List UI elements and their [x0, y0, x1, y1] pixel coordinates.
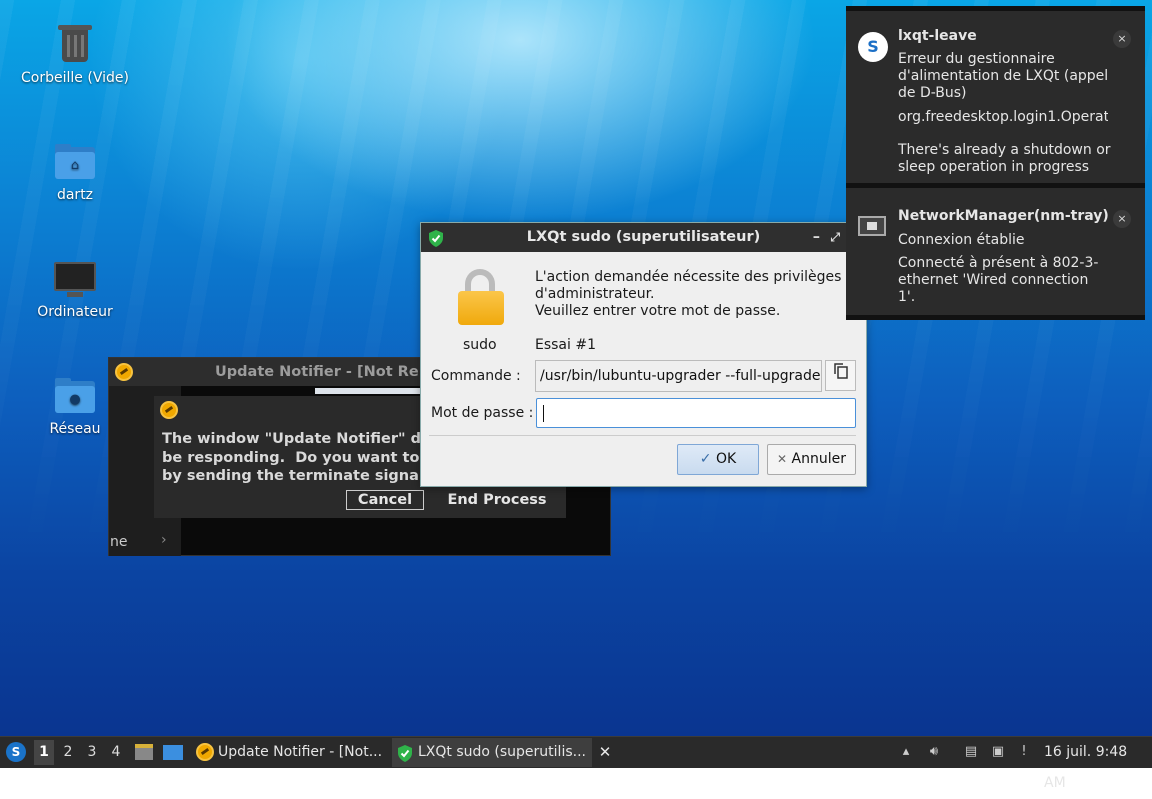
copy-command-button[interactable] — [825, 360, 856, 391]
notification-app-name: NetworkManager(nm-tray) — [898, 208, 1109, 224]
sudo-dialog: LXQt sudo (superutilisateur) – ⤢ L'actio… — [420, 222, 867, 487]
notification-app-name: lxqt-leave — [898, 28, 977, 44]
network-folder-icon: ● — [53, 373, 97, 417]
task-update-notifier[interactable]: Update Notifier - [Not... — [192, 738, 388, 767]
main-menu-button[interactable]: S — [4, 737, 28, 768]
notification-body: There's already a shutdown or sleep oper… — [898, 142, 1111, 175]
volume-icon[interactable]: 🔊︎ — [925, 743, 943, 761]
sudo-message-line: Veuillez entrer votre mot de passe. — [535, 303, 781, 319]
window-content-strip — [315, 388, 435, 394]
maximize-button[interactable]: ⤢ — [830, 223, 840, 252]
desktop-icon-trash[interactable]: Corbeille (Vide) — [10, 22, 140, 86]
window-title: Update Notifier - [Not Re — [215, 364, 419, 380]
notification-lxqt-leave[interactable]: S lxqt-leave × Erreur du gestionnaire d'… — [846, 6, 1145, 188]
shield-icon — [428, 229, 444, 258]
desktop-icon-label: Corbeille (Vide) — [21, 70, 129, 86]
computer-icon — [53, 256, 97, 300]
chevron-right-icon[interactable]: › — [161, 532, 167, 548]
ok-label: OK — [715, 451, 737, 467]
cancel-button[interactable]: Cancel — [346, 490, 424, 510]
task-lxqt-sudo[interactable]: LXQt sudo (superutilis... — [392, 738, 592, 767]
network-icon — [858, 216, 886, 240]
sudo-message-line: L'action demandée nécessite des privilèg… — [535, 269, 842, 285]
tray-expand-icon[interactable]: ▴ — [897, 743, 915, 761]
command-field[interactable]: /usr/bin/lubuntu-upgrader --full-upgrade — [535, 360, 822, 392]
notification-body: Erreur du gestionnaire d'alimentation de… — [898, 51, 1109, 101]
taskbar: S 1 2 3 4 Update Notifier - [Not... LXQt… — [0, 736, 1152, 791]
file-manager-icon — [135, 744, 153, 760]
trash-icon — [53, 22, 97, 66]
lxqt-icon: S — [858, 32, 888, 62]
desktop-switch-2[interactable]: 2 — [58, 740, 78, 765]
end-process-button[interactable]: End Process — [442, 490, 552, 510]
sudo-title: LXQt sudo (superutilisateur) — [526, 229, 761, 245]
desktop-switch-1[interactable]: 1 — [34, 740, 54, 765]
clock[interactable]: 16 juil. 9:48 AM — [1044, 737, 1150, 791]
update-alert-icon[interactable]: ! — [1015, 743, 1033, 761]
close-window-button[interactable]: ✕ — [596, 737, 614, 768]
notification-networkmanager[interactable]: NetworkManager(nm-tray) × Connexion étab… — [846, 183, 1145, 320]
cancel-button[interactable]: ✕ Annuler — [767, 444, 856, 475]
desktop-icon-home[interactable]: ⌂ dartz — [10, 139, 140, 203]
desktop-switch-4[interactable]: 4 — [106, 740, 126, 765]
check-icon: ✓ — [699, 451, 712, 467]
notification-body: Connexion établie — [898, 232, 1025, 248]
clipboard-icon[interactable]: ▤ — [962, 743, 980, 761]
desktop-icon-label: dartz — [56, 187, 94, 203]
update-notifier-icon — [115, 363, 133, 381]
password-field[interactable] — [536, 398, 856, 428]
file-manager-launcher[interactable] — [133, 737, 155, 768]
lubuntu-logo-icon: S — [6, 742, 26, 762]
notification-close-button[interactable]: × — [1113, 30, 1131, 48]
notification-body: org.freedesktop.login1.Operat — [898, 109, 1108, 125]
sudo-titlebar[interactable]: LXQt sudo (superutilisateur) – ⤢ — [421, 223, 866, 252]
notification-body: Connecté à présent à 802-3- ethernet 'Wi… — [898, 255, 1099, 305]
home-folder-icon: ⌂ — [53, 139, 97, 183]
user-label: sudo — [463, 337, 497, 353]
desktop-switch-3[interactable]: 3 — [82, 740, 102, 765]
network-tray-icon[interactable]: ▣ — [989, 743, 1007, 761]
show-desktop-button[interactable] — [161, 737, 185, 768]
copy-icon — [833, 363, 848, 383]
desktop-icon — [163, 745, 183, 760]
password-label: Mot de passe : — [431, 405, 534, 421]
sudo-message: L'action demandée nécessite des privilèg… — [535, 269, 855, 320]
minimize-button[interactable]: – — [813, 223, 820, 252]
desktop-icon-label: Ordinateur — [37, 304, 113, 320]
desktop-icon-computer[interactable]: Ordinateur — [10, 256, 140, 320]
ok-button[interactable]: ✓ OK — [677, 444, 759, 475]
task-label: LXQt sudo (superutilis... — [418, 744, 586, 760]
sidebar-text: ne — [110, 534, 128, 550]
task-label: Update Notifier - [Not... — [218, 744, 383, 760]
separator — [429, 435, 856, 436]
sudo-message-line: d'administrateur. — [535, 286, 655, 302]
lock-icon — [458, 269, 504, 327]
shield-icon — [397, 744, 413, 767]
text-caret — [543, 405, 544, 422]
notification-close-button[interactable]: × — [1113, 210, 1131, 228]
command-label: Commande : — [431, 368, 521, 384]
update-notifier-icon — [196, 743, 214, 761]
cancel-label: Annuler — [791, 451, 846, 467]
update-notifier-icon — [160, 401, 178, 419]
attempt-label: Essai #1 — [535, 337, 596, 353]
close-icon: ✕ — [777, 452, 788, 466]
